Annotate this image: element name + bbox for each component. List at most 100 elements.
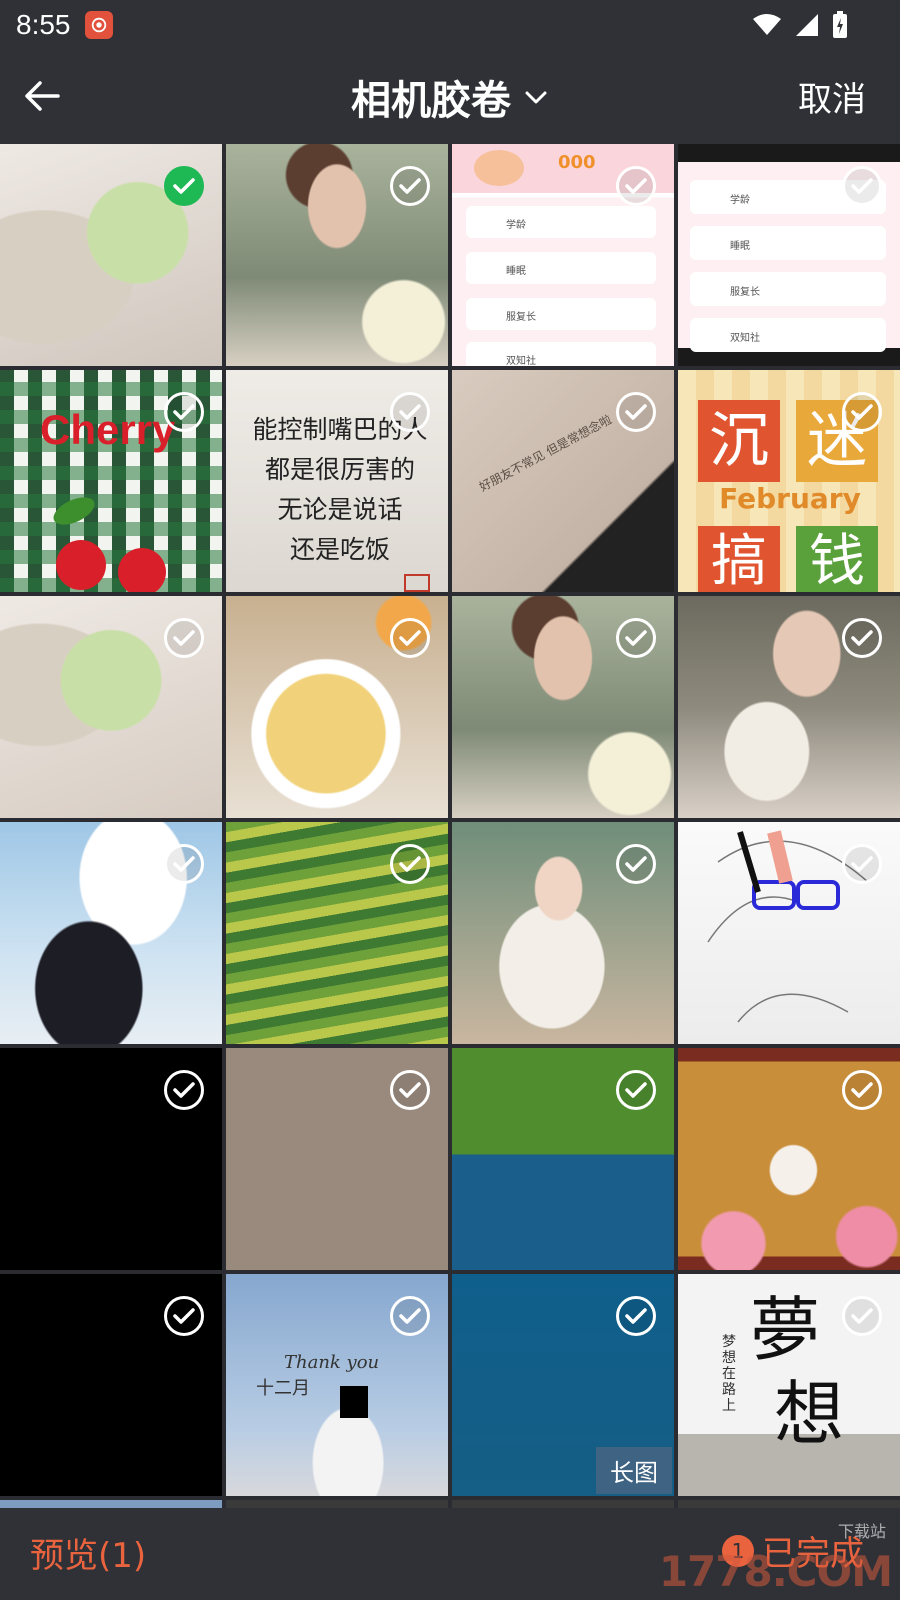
- signal-icon: [794, 12, 820, 38]
- tile-text: Thank you: [284, 1352, 380, 1373]
- check-icon: [625, 1308, 647, 1324]
- selection-checkbox[interactable]: [842, 166, 882, 206]
- selection-checkbox[interactable]: [390, 844, 430, 884]
- selection-checkbox[interactable]: [842, 618, 882, 658]
- selection-checkbox[interactable]: [390, 1296, 430, 1336]
- photo-tile[interactable]: Thank you 十二月: [226, 1274, 448, 1496]
- photo-tile[interactable]: [0, 1048, 222, 1270]
- tile-text: 梦想在路上: [722, 1334, 736, 1414]
- tile-text: 服复长: [690, 272, 886, 306]
- selection-checkbox[interactable]: [616, 1070, 656, 1110]
- selection-checkbox[interactable]: [164, 844, 204, 884]
- tile-text: 双知社: [690, 318, 886, 352]
- selection-checkbox[interactable]: [390, 392, 430, 432]
- photo-tile[interactable]: [452, 596, 674, 818]
- photo-tile[interactable]: [452, 822, 674, 1044]
- selection-checkbox[interactable]: [616, 166, 656, 206]
- selection-checkbox[interactable]: [616, 844, 656, 884]
- check-icon: [173, 178, 195, 194]
- photo-tile[interactable]: [226, 596, 448, 818]
- battery-icon: [832, 11, 848, 39]
- check-icon: [851, 1308, 873, 1324]
- tile-text: 还是吃饭: [289, 535, 390, 564]
- watermark: 1778.COM: [658, 1547, 893, 1596]
- selection-checkbox[interactable]: [616, 392, 656, 432]
- top-toolbar: 相机胶卷 取消: [0, 50, 900, 144]
- long-image-badge: 长图: [596, 1447, 672, 1494]
- check-icon: [399, 856, 421, 872]
- tile-text: 双知社: [466, 342, 656, 366]
- tile-text: 睡眠: [690, 226, 886, 260]
- photo-tile[interactable]: 长图: [452, 1274, 674, 1496]
- selection-checkbox[interactable]: [164, 166, 204, 206]
- check-icon: [851, 1082, 873, 1098]
- photo-tile[interactable]: [452, 1048, 674, 1270]
- photo-tile[interactable]: [678, 822, 900, 1044]
- selection-checkbox[interactable]: [842, 392, 882, 432]
- photo-tile[interactable]: [0, 144, 222, 366]
- check-icon: [399, 1082, 421, 1098]
- check-icon: [399, 404, 421, 420]
- tile-text: 学龄: [466, 206, 656, 238]
- album-title[interactable]: 相机胶卷: [351, 68, 511, 126]
- tile-text: Cherry: [40, 406, 176, 453]
- tile-text: 搞: [698, 526, 780, 592]
- cancel-button[interactable]: 取消: [798, 72, 866, 121]
- photo-tile[interactable]: [0, 1274, 222, 1496]
- check-icon: [173, 1082, 195, 1098]
- photo-tile[interactable]: 好朋友不常见 但是常想念啦: [452, 370, 674, 592]
- bottom-bar: 预览(1) 1 已完成 下载站 1778.COM: [0, 1508, 900, 1600]
- back-button[interactable]: [20, 74, 64, 118]
- selection-checkbox[interactable]: [616, 618, 656, 658]
- check-icon: [399, 178, 421, 194]
- check-icon: [173, 1308, 195, 1324]
- watermark-tag: 下载站: [837, 1522, 886, 1541]
- photo-tile[interactable]: [678, 1500, 900, 1508]
- arrow-left-icon: [25, 81, 60, 111]
- photo-tile[interactable]: [226, 1500, 448, 1508]
- check-icon: [851, 630, 873, 646]
- selection-checkbox[interactable]: [842, 1070, 882, 1110]
- selection-checkbox[interactable]: [164, 1070, 204, 1110]
- photo-grid[interactable]: 000 学龄 睡眠 服复长 双知社 学龄 睡眠 服复长 双知社 Cherry 能…: [0, 144, 900, 1508]
- photo-tile[interactable]: Cherry: [0, 370, 222, 592]
- tile-text: 睡眠: [466, 252, 656, 284]
- photo-tile[interactable]: [0, 1500, 222, 1508]
- selection-checkbox[interactable]: [390, 618, 430, 658]
- check-icon: [625, 630, 647, 646]
- photo-tile[interactable]: 夢 想 梦想在路上: [678, 1274, 900, 1496]
- check-icon: [399, 1308, 421, 1324]
- selection-checkbox[interactable]: [164, 392, 204, 432]
- tile-text: 十二月: [256, 1378, 310, 1399]
- check-icon: [173, 404, 195, 420]
- photo-tile[interactable]: [0, 596, 222, 818]
- preview-button[interactable]: 预览(1): [30, 1528, 146, 1577]
- selection-checkbox[interactable]: [164, 618, 204, 658]
- photo-tile[interactable]: 能控制嘴巴的人 都是很厉害的 无论是说话 还是吃饭: [226, 370, 448, 592]
- photo-tile[interactable]: [0, 822, 222, 1044]
- photo-tile[interactable]: [226, 1048, 448, 1270]
- photo-tile[interactable]: [678, 1048, 900, 1270]
- photo-tile[interactable]: [452, 1500, 674, 1508]
- selection-checkbox[interactable]: [616, 1296, 656, 1336]
- check-icon: [173, 630, 195, 646]
- tile-text: February: [719, 482, 861, 515]
- selection-checkbox[interactable]: [842, 1296, 882, 1336]
- check-icon: [625, 178, 647, 194]
- selection-checkbox[interactable]: [390, 166, 430, 206]
- photo-tile[interactable]: [226, 144, 448, 366]
- photo-tile[interactable]: 000 学龄 睡眠 服复长 双知社: [452, 144, 674, 366]
- photo-tile[interactable]: [226, 822, 448, 1044]
- photo-tile[interactable]: 学龄 睡眠 服复长 双知社: [678, 144, 900, 366]
- selection-checkbox[interactable]: [164, 1296, 204, 1336]
- tile-text: 想: [774, 1373, 844, 1455]
- photo-tile[interactable]: [678, 596, 900, 818]
- tile-text: 无论是说话: [277, 495, 403, 524]
- selection-checkbox[interactable]: [390, 1070, 430, 1110]
- selection-checkbox[interactable]: [842, 844, 882, 884]
- chevron-down-icon[interactable]: [523, 84, 549, 110]
- check-icon: [851, 404, 873, 420]
- status-bar: 8:55: [0, 0, 900, 50]
- status-time: 8:55: [16, 9, 71, 40]
- photo-tile[interactable]: 沉 迷 February 搞 钱: [678, 370, 900, 592]
